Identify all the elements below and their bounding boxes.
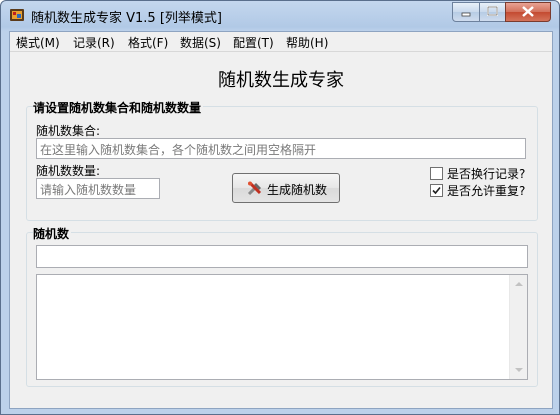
generate-button-label: 生成随机数 — [267, 183, 328, 197]
menu-config[interactable]: 配置(T) — [233, 34, 274, 51]
menu-help[interactable]: 帮助(H) — [286, 34, 328, 51]
minimize-icon — [461, 12, 471, 17]
page-title: 随机数生成专家 — [218, 70, 344, 91]
set-input[interactable]: 在这里输入随机数集合，各个随机数之间用空格隔开 — [36, 138, 526, 159]
maximize-button[interactable] — [479, 2, 506, 22]
scroll-up-icon[interactable] — [515, 282, 523, 286]
maximize-icon — [487, 6, 498, 16]
menu-bar: 模式(M) 记录(R) 格式(F) 数据(S) 配置(T) 帮助(H) — [10, 32, 552, 52]
result-input[interactable] — [36, 245, 528, 268]
newline-label: 是否换行记录? — [447, 167, 526, 181]
close-icon — [522, 6, 534, 17]
settings-group-title: 请设置随机数集合和随机数数量 — [33, 99, 204, 116]
menu-format[interactable]: 格式(F) — [128, 34, 168, 51]
app-icon — [10, 9, 24, 21]
repeat-label: 是否允许重复? — [447, 184, 526, 198]
generate-button[interactable]: 生成随机数 — [232, 173, 340, 203]
result-scrollbar[interactable] — [509, 275, 527, 379]
checkmark-icon — [432, 186, 441, 195]
results-group-title: 随机数 — [33, 225, 72, 242]
count-label: 随机数数量: — [36, 164, 101, 178]
title-bar[interactable]: 随机数生成专家 V1.5 [列举模式] — [1, 1, 559, 31]
menu-record[interactable]: 记录(R) — [73, 34, 115, 51]
close-button[interactable] — [505, 2, 551, 22]
result-textarea[interactable] — [36, 274, 528, 380]
window-title: 随机数生成专家 V1.5 [列举模式] — [31, 11, 222, 26]
app-window: 随机数生成专家 V1.5 [列举模式] 模式(M) 记录(R) 格式(F) 数据… — [0, 0, 560, 415]
repeat-checkbox[interactable] — [430, 184, 443, 197]
scroll-down-icon[interactable] — [515, 368, 523, 372]
menu-data[interactable]: 数据(S) — [180, 34, 221, 51]
set-label: 随机数集合: — [36, 124, 101, 138]
settings-group — [26, 106, 538, 221]
minimize-button[interactable] — [452, 2, 480, 22]
newline-checkbox[interactable] — [430, 167, 443, 180]
menu-mode[interactable]: 模式(M) — [16, 34, 60, 51]
client-area: 模式(M) 记录(R) 格式(F) 数据(S) 配置(T) 帮助(H) 随机数生… — [9, 31, 553, 409]
count-input[interactable]: 请输入随机数数量 — [36, 178, 160, 199]
tools-icon — [247, 181, 262, 196]
